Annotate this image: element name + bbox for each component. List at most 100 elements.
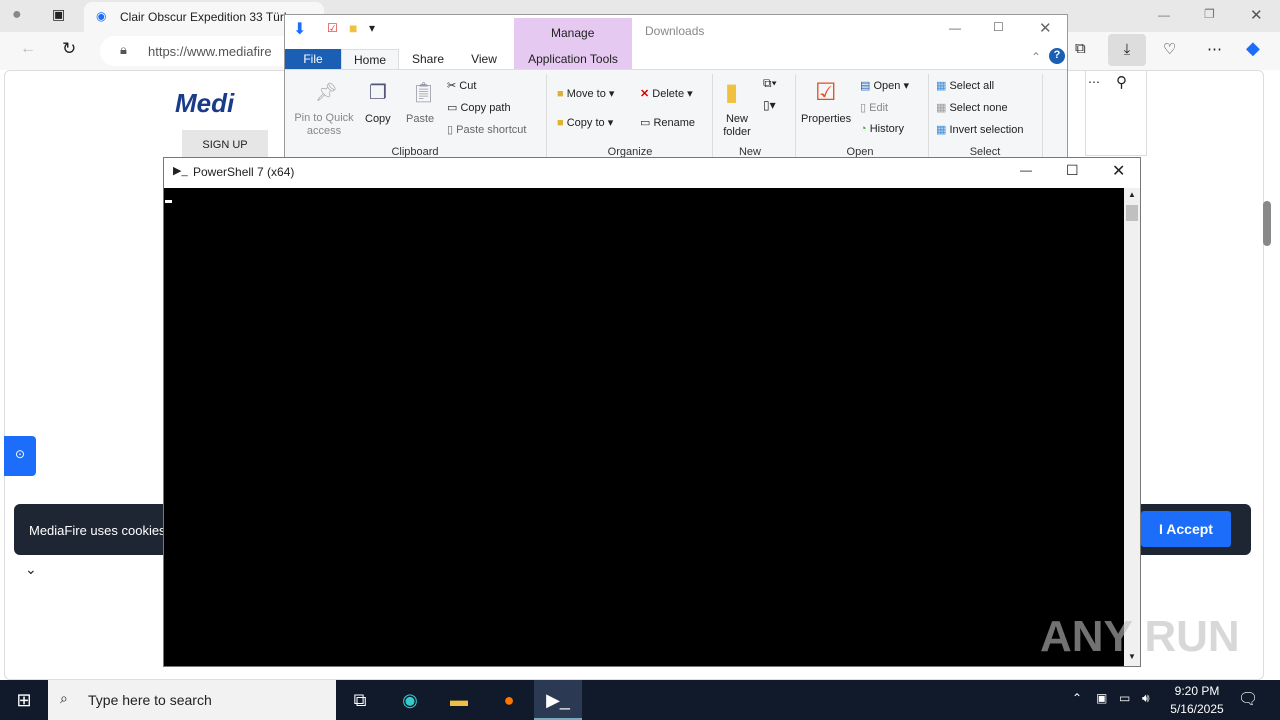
terminal-output[interactable] — [164, 188, 1124, 666]
mediafire-logo[interactable]: Medi — [175, 88, 234, 119]
edge-icon[interactable]: ◉ — [386, 680, 434, 720]
notifications-icon[interactable]: 🗨︎ — [1238, 689, 1258, 709]
scrollbar[interactable] — [1263, 201, 1271, 246]
powershell-window: ▶_ PowerShell 7 (x64) — ☐ ✕ ▲ ▼ — [163, 157, 1141, 667]
divider — [546, 74, 547, 158]
new-folder-icon: ▮ — [725, 79, 739, 106]
minimize-icon[interactable]: — — [1158, 8, 1170, 22]
select-all-button[interactable]: ▦ Select all — [936, 79, 994, 92]
search-placeholder: Type here to search — [88, 692, 212, 708]
file-explorer-icon[interactable]: ▬ — [435, 680, 483, 720]
tab-file[interactable]: File — [285, 49, 341, 69]
manage-label: Manage — [551, 26, 595, 40]
tab-actions-icon[interactable]: ▣ — [52, 6, 65, 23]
accept-cookies-button[interactable]: I Accept — [1141, 511, 1231, 547]
open-button[interactable]: ▤ Open ▾ — [860, 79, 909, 92]
volume-icon[interactable]: 🔊︎ — [1142, 691, 1150, 706]
edit-label: Edit — [869, 102, 889, 114]
meet-now-icon[interactable]: ▣ — [1096, 691, 1107, 705]
copilot-icon[interactable]: ◆ — [1246, 38, 1260, 59]
edit-button[interactable]: ▯ Edit — [860, 101, 888, 114]
history-label: History — [869, 123, 904, 135]
chevron-down-icon[interactable]: ⌄ — [25, 561, 37, 578]
properties-qat-icon[interactable]: ☑ — [327, 21, 338, 35]
clock-time[interactable]: 9:20 PM — [1172, 684, 1222, 698]
task-view-icon[interactable]: ⧉ — [336, 680, 384, 720]
firefox-icon[interactable]: ● — [485, 680, 533, 720]
taskbar-search[interactable]: ⌕ Type here to search — [48, 680, 336, 720]
scrollbar[interactable]: ▲ ▼ — [1124, 188, 1140, 666]
close-icon[interactable]: ✕ — [1039, 19, 1052, 37]
close-icon[interactable]: ✕ — [1250, 6, 1263, 24]
refresh-icon[interactable]: ↻ — [62, 39, 76, 59]
move-to-button[interactable]: ■ Move to ▾ — [557, 87, 614, 100]
rename-label: Rename — [653, 117, 696, 129]
tab-application-tools[interactable]: Application Tools — [517, 49, 629, 69]
health-icon[interactable]: ♡ — [1163, 40, 1176, 58]
divider — [712, 74, 713, 158]
show-hidden-icons[interactable]: ⌃ — [1072, 691, 1082, 705]
minimize-icon[interactable]: — — [949, 21, 961, 35]
copy-path-button[interactable]: ▭ Copy path — [447, 101, 511, 114]
select-none-button[interactable]: ▦ Select none — [936, 101, 1008, 114]
select-none-icon: ▦ — [936, 102, 947, 114]
copy-to-button[interactable]: ■ Copy to ▾ — [557, 116, 613, 129]
edit-icon: ▯ — [860, 102, 867, 114]
restore-icon[interactable]: ❐ — [1204, 7, 1215, 21]
windows-start-icon[interactable]: ⊞ — [0, 680, 48, 720]
divider — [928, 74, 929, 158]
paste-shortcut-button[interactable]: ▯ Paste shortcut — [447, 123, 526, 136]
url-field[interactable]: 🔒︎ https://www.mediafire — [100, 36, 300, 66]
rename-icon: ▭ — [640, 117, 651, 129]
rename-button[interactable]: ▭ Rename — [640, 116, 695, 129]
minimize-icon[interactable]: — — [1020, 163, 1032, 177]
back-icon[interactable]: ← — [20, 40, 36, 58]
properties-button[interactable]: Properties — [801, 113, 851, 125]
scroll-up-icon[interactable]: ▲ — [1128, 190, 1136, 199]
help-icon[interactable]: ? — [1049, 48, 1065, 64]
invert-selection-button[interactable]: ▦ Invert selection — [936, 123, 1023, 136]
settings-widget-icon[interactable]: ⊙ — [4, 436, 36, 476]
tab-home[interactable]: Home — [341, 49, 399, 69]
copy-icon: ❐ — [369, 82, 387, 104]
delete-icon: ✕ — [640, 88, 650, 100]
scroll-thumb[interactable] — [1126, 205, 1138, 221]
more-icon[interactable]: ⋯ — [1207, 40, 1222, 58]
tab-share[interactable]: Share — [403, 49, 453, 69]
network-icon[interactable]: ▭ — [1119, 691, 1130, 705]
properties-icon: ☑ — [815, 79, 837, 106]
pin-quick-access-button[interactable]: Pin to Quick access — [291, 112, 357, 138]
search-icon: ⌕ — [60, 690, 68, 706]
powershell-taskbar-icon[interactable]: ▶_ — [534, 680, 582, 720]
maximize-icon[interactable]: ☐ — [993, 20, 1004, 34]
delete-label: Delete — [652, 88, 685, 100]
collections-icon[interactable]: ⧉ — [1075, 40, 1086, 57]
more-icon[interactable]: ⋯ — [1088, 75, 1100, 89]
collapse-ribbon-icon[interactable]: ⌃ — [1031, 50, 1041, 64]
invert-selection-label: Invert selection — [949, 124, 1024, 136]
new-item-icon[interactable]: ⧉▾ — [763, 76, 777, 91]
clock-date[interactable]: 5/16/2025 — [1168, 702, 1226, 716]
divider — [795, 74, 796, 158]
paste-button[interactable]: Paste — [406, 113, 434, 125]
delete-button[interactable]: ✕ Delete ▾ — [640, 87, 693, 100]
maximize-icon[interactable]: ☐ — [1066, 162, 1079, 179]
window-title: PowerShell 7 (x64) — [193, 165, 295, 179]
easy-access-icon[interactable]: ▯▾ — [763, 98, 776, 112]
paste-shortcut-label: Paste shortcut — [456, 124, 527, 136]
pin-icon[interactable]: ⚲ — [1116, 73, 1127, 91]
qat-dropdown-icon[interactable]: ▾ — [369, 21, 375, 35]
paste-icon: 📋︎ — [411, 82, 437, 104]
copy-button[interactable]: Copy — [365, 113, 391, 125]
pin-icon: 📌︎ — [315, 82, 338, 102]
new-folder-button[interactable]: New folder — [719, 113, 755, 139]
tab-view[interactable]: View — [459, 49, 509, 69]
folder-icon[interactable]: ■ — [349, 20, 357, 36]
close-icon[interactable]: ✕ — [1112, 161, 1125, 181]
downloads-icon[interactable]: ⤓ — [1108, 34, 1146, 66]
profile-icon[interactable]: ● — [12, 6, 22, 24]
downloads-panel: ⋯ ⚲ — [1085, 71, 1147, 156]
history-button[interactable]: ◔ History — [860, 123, 904, 135]
sign-up-button[interactable]: SIGN UP — [182, 130, 268, 158]
cut-button[interactable]: ✂ Cut — [447, 79, 476, 92]
